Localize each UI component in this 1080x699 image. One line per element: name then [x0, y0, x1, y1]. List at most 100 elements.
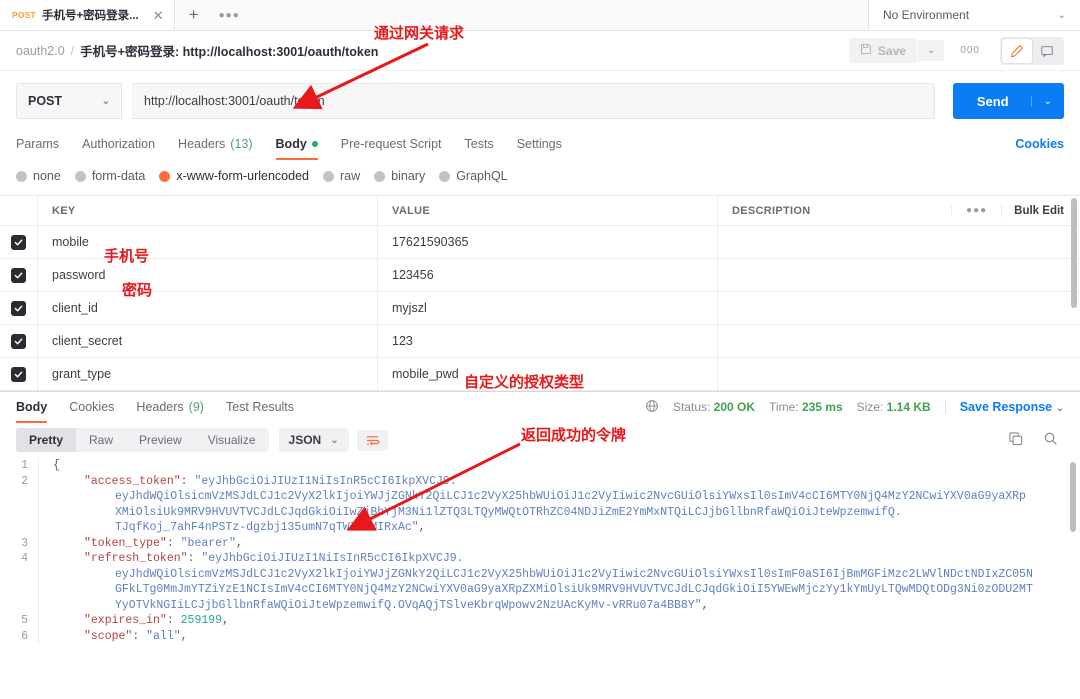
header-value-cell: VALUE [378, 196, 718, 225]
body-type-form-data[interactable]: form-data [74, 169, 145, 183]
body-type-x-www-form-urlencoded[interactable]: x-www-form-urlencoded [159, 169, 309, 183]
send-button[interactable]: Send ⌄ [952, 83, 1064, 119]
tab-tests[interactable]: Tests [465, 129, 494, 159]
row-description-cell[interactable] [718, 292, 1080, 324]
column-header-value: VALUE [392, 204, 430, 217]
tab-headers[interactable]: Headers (13) [178, 129, 252, 159]
checkbox-checked-icon[interactable] [11, 267, 26, 283]
json-line: "expires_in": 259199, [53, 613, 1080, 629]
size-badge: Size: 1.14 KB [857, 400, 931, 414]
body-type-binary[interactable]: binary [374, 169, 425, 183]
row-checkbox-cell [0, 325, 38, 357]
row-checkbox-cell [0, 292, 38, 324]
json-line: XMiOlsiUk9MRV9HVUVTVCJdLCJqdGkiOiIwZjBhY… [53, 505, 1080, 521]
tab-settings[interactable]: Settings [517, 129, 562, 159]
table-row[interactable]: client_id myjszl [0, 292, 1080, 325]
body-type-raw[interactable]: raw [323, 169, 360, 183]
json-token: "eyJhbGciOiJIUzI1NiIsInR5cCI6IkpXVCJ9. [201, 552, 464, 565]
line-number: 3 [21, 536, 28, 550]
breadcrumb-collection[interactable]: oauth2.0 [16, 44, 65, 58]
response-tab-cookies[interactable]: Cookies [69, 392, 114, 422]
copy-icon[interactable] [1008, 431, 1023, 449]
tab-pre-request-script[interactable]: Pre-request Script [341, 129, 442, 159]
chevron-down-icon: ⌄ [101, 95, 110, 107]
view-mode-preview[interactable]: Preview [126, 428, 195, 452]
response-body-code[interactable]: 1 2 3 4 5 6 {"access_token": "eyJhbGciOi… [0, 458, 1080, 644]
close-icon[interactable]: ✕ [153, 9, 164, 22]
tab-authorization[interactable]: Authorization [82, 129, 155, 159]
row-checkbox-cell [0, 358, 38, 390]
row-key-cell[interactable]: mobile [38, 226, 378, 258]
response-scrollbar[interactable] [1070, 462, 1076, 532]
save-button[interactable]: Save [848, 38, 917, 63]
save-response-button[interactable]: Save Response ⌄ [944, 400, 1064, 414]
tab-body[interactable]: Body [275, 129, 319, 160]
checkbox-checked-icon[interactable] [11, 234, 26, 250]
table-row[interactable]: grant_type mobile_pwd [0, 358, 1080, 391]
plus-icon[interactable]: + [175, 0, 213, 30]
response-tab-test-results[interactable]: Test Results [226, 392, 294, 422]
request-tab[interactable]: POST 手机号+密码登录... ✕ [0, 0, 175, 30]
row-description-cell[interactable] [718, 358, 1080, 390]
row-key-cell[interactable]: password [38, 259, 378, 291]
checkbox-checked-icon[interactable] [11, 333, 26, 349]
json-token: "eyJhbGciOiJIUzI1NiIsInR5cCI6IkpXVCJ9. [194, 474, 457, 488]
response-tab-body[interactable]: Body [16, 392, 48, 423]
url-input[interactable]: http://localhost:3001/oauth/token [132, 83, 935, 119]
row-value-cell[interactable]: mobile_pwd [378, 358, 718, 390]
row-description-cell[interactable] [718, 259, 1080, 291]
breadcrumb-request-name[interactable]: 手机号+密码登录: http://localhost:3001/oauth/to… [80, 41, 378, 60]
environment-selector[interactable]: No Environment ⌄ [868, 0, 1080, 30]
time-label: Time: [769, 400, 799, 414]
row-key-cell[interactable]: client_secret [38, 325, 378, 357]
comment-icon[interactable] [1032, 39, 1062, 63]
view-mode-visualize[interactable]: Visualize [195, 428, 269, 452]
json-token: "scope" [84, 629, 133, 643]
row-value-cell[interactable]: 123 [378, 325, 718, 357]
word-wrap-icon[interactable] [356, 429, 388, 451]
response-tab-headers[interactable]: Headers (9) [136, 392, 204, 422]
cookies-link[interactable]: Cookies [1015, 137, 1064, 151]
more-actions-button[interactable]: 000 [950, 40, 990, 61]
table-scrollbar[interactable] [1071, 198, 1077, 308]
row-key-cell[interactable]: client_id [38, 292, 378, 324]
row-key-cell[interactable]: grant_type [38, 358, 378, 390]
table-row[interactable]: client_secret 123 [0, 325, 1080, 358]
view-mode-pretty[interactable]: Pretty [16, 428, 77, 452]
body-type-label: raw [340, 169, 361, 183]
table-row[interactable]: password 123456 [0, 259, 1080, 292]
http-method-select[interactable]: POST ⌄ [16, 83, 122, 119]
response-tabs: Body Cookies Headers (9) Test Results St… [0, 392, 1080, 423]
response-view-modes: Pretty Raw Preview Visualize [16, 428, 269, 452]
bulk-edit-button[interactable]: Bulk Edit [1001, 204, 1080, 217]
tab-params[interactable]: Params [16, 129, 59, 159]
row-description-cell[interactable] [718, 226, 1080, 258]
json-token: eyJhdWQiOlsicmVzMSJdLCJ1c2VyX2lkIjoiYWJj… [115, 567, 1033, 581]
row-description-cell[interactable] [718, 325, 1080, 357]
header-description-cell: DESCRIPTION ●●● Bulk Edit [718, 196, 1080, 225]
body-type-label: none [33, 169, 61, 183]
radio-icon [74, 170, 86, 182]
pencil-icon[interactable] [1002, 38, 1032, 63]
row-value-cell[interactable]: 123456 [378, 259, 718, 291]
search-icon[interactable] [1043, 431, 1058, 449]
json-token: , [418, 521, 426, 534]
table-row[interactable]: mobile 17621590365 [0, 226, 1080, 259]
save-response-label: Save Response [959, 400, 1053, 414]
chevron-down-icon: ⌄ [1057, 9, 1066, 21]
json-token: : [187, 552, 202, 565]
checkbox-checked-icon[interactable] [11, 366, 26, 382]
ellipsis-icon[interactable]: ●●● [213, 0, 246, 30]
json-token: "bearer" [180, 536, 236, 550]
response-format-select[interactable]: JSON ⌄ [278, 428, 349, 452]
view-mode-raw[interactable]: Raw [76, 428, 126, 452]
json-token: YyOTVkNGIiLCJjbGllbnRfaWQiOiJteWpzemwifQ… [115, 598, 702, 612]
ellipsis-icon[interactable]: ●●● [951, 205, 1001, 216]
save-options-caret[interactable]: ⌄ [917, 40, 945, 61]
body-type-none[interactable]: none [16, 169, 61, 183]
checkbox-checked-icon[interactable] [11, 300, 26, 316]
row-value-cell[interactable]: myjszl [378, 292, 718, 324]
body-type-graphql[interactable]: GraphQL [439, 169, 508, 183]
row-value-cell[interactable]: 17621590365 [378, 226, 718, 258]
send-options-caret[interactable]: ⌄ [1030, 95, 1064, 107]
